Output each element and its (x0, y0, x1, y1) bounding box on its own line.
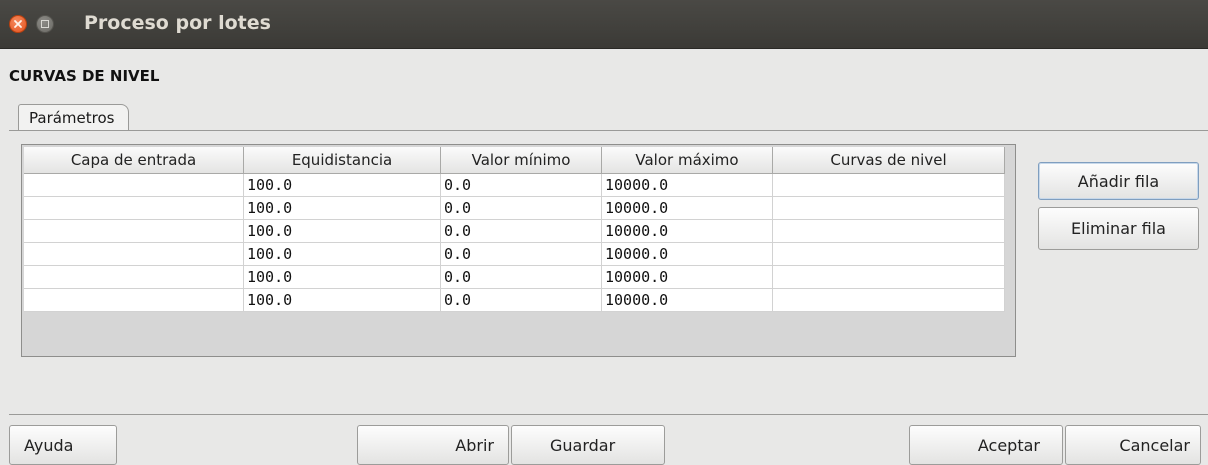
tab-panel-border (9, 130, 1208, 131)
tab-parametros[interactable]: Parámetros (18, 104, 130, 130)
table-cell[interactable]: 100.0 (243, 242, 441, 266)
column-header-curvas[interactable]: Curvas de nivel (772, 147, 1005, 174)
table-cell[interactable]: 0.0 (440, 173, 602, 197)
column-header-capa[interactable]: Capa de entrada (24, 147, 244, 174)
maximize-icon (41, 20, 49, 28)
table-cell[interactable]: 100.0 (243, 265, 441, 289)
table-row[interactable]: 100.0 0.0 10000.0 (24, 173, 1005, 197)
column-header-equidistancia[interactable]: Equidistancia (243, 147, 441, 174)
table-cell[interactable]: 100.0 (243, 173, 441, 197)
table-cell[interactable]: 100.0 (243, 219, 441, 243)
table-cell[interactable]: 0.0 (440, 242, 602, 266)
save-button[interactable]: Guardar (511, 425, 665, 465)
help-button[interactable]: Ayuda (9, 425, 117, 465)
table-cell[interactable]: 10000.0 (601, 219, 773, 243)
table-cell[interactable] (772, 173, 1005, 197)
parameters-table-frame: Capa de entrada Equidistancia Valor míni… (21, 144, 1016, 357)
table-cell[interactable] (24, 173, 244, 197)
add-row-button[interactable]: Añadir fila (1038, 162, 1199, 200)
remove-row-button[interactable]: Eliminar fila (1038, 207, 1199, 250)
title-bar: Proceso por lotes (0, 0, 1208, 49)
column-header-valor-minimo[interactable]: Valor mínimo (440, 147, 602, 174)
table-row[interactable]: 100.0 0.0 10000.0 (24, 196, 1005, 220)
table-row[interactable]: 100.0 0.0 10000.0 (24, 288, 1005, 312)
table-cell[interactable] (772, 288, 1005, 312)
table-cell[interactable]: 10000.0 (601, 288, 773, 312)
section-title: CURVAS DE NIVEL (9, 67, 160, 85)
table-cell[interactable]: 10000.0 (601, 196, 773, 220)
table-cell[interactable] (24, 265, 244, 289)
tab-label: Parámetros (29, 109, 115, 127)
table-row[interactable]: 100.0 0.0 10000.0 (24, 265, 1005, 289)
table-cell[interactable]: 10000.0 (601, 265, 773, 289)
cancel-button[interactable]: Cancelar (1065, 425, 1201, 465)
table-row[interactable]: 100.0 0.0 10000.0 (24, 219, 1005, 243)
table-cell[interactable]: 100.0 (243, 196, 441, 220)
table-cell[interactable]: 10000.0 (601, 173, 773, 197)
table-cell[interactable]: 10000.0 (601, 242, 773, 266)
parameters-table: Capa de entrada Equidistancia Valor míni… (24, 147, 1005, 312)
table-cell[interactable] (24, 242, 244, 266)
table-cell[interactable] (772, 219, 1005, 243)
footer-separator (9, 414, 1208, 415)
table-cell[interactable] (772, 196, 1005, 220)
close-icon (14, 20, 22, 28)
table-cell[interactable]: 0.0 (440, 265, 602, 289)
accept-button[interactable]: Aceptar (909, 425, 1063, 465)
table-cell[interactable]: 0.0 (440, 288, 602, 312)
table-cell[interactable] (772, 242, 1005, 266)
table-cell[interactable] (24, 219, 244, 243)
window-title: Proceso por lotes (84, 12, 271, 34)
table-row[interactable]: 100.0 0.0 10000.0 (24, 242, 1005, 266)
maximize-window-button[interactable] (36, 15, 54, 33)
table-cell[interactable]: 0.0 (440, 196, 602, 220)
close-window-button[interactable] (9, 15, 27, 33)
table-header-row: Capa de entrada Equidistancia Valor míni… (24, 147, 1005, 174)
table-cell[interactable]: 100.0 (243, 288, 441, 312)
table-cell[interactable]: 0.0 (440, 219, 602, 243)
open-button[interactable]: Abrir (357, 425, 509, 465)
table-cell[interactable] (24, 288, 244, 312)
table-cell[interactable] (24, 196, 244, 220)
table-cell[interactable] (772, 265, 1005, 289)
column-header-valor-maximo[interactable]: Valor máximo (601, 147, 773, 174)
